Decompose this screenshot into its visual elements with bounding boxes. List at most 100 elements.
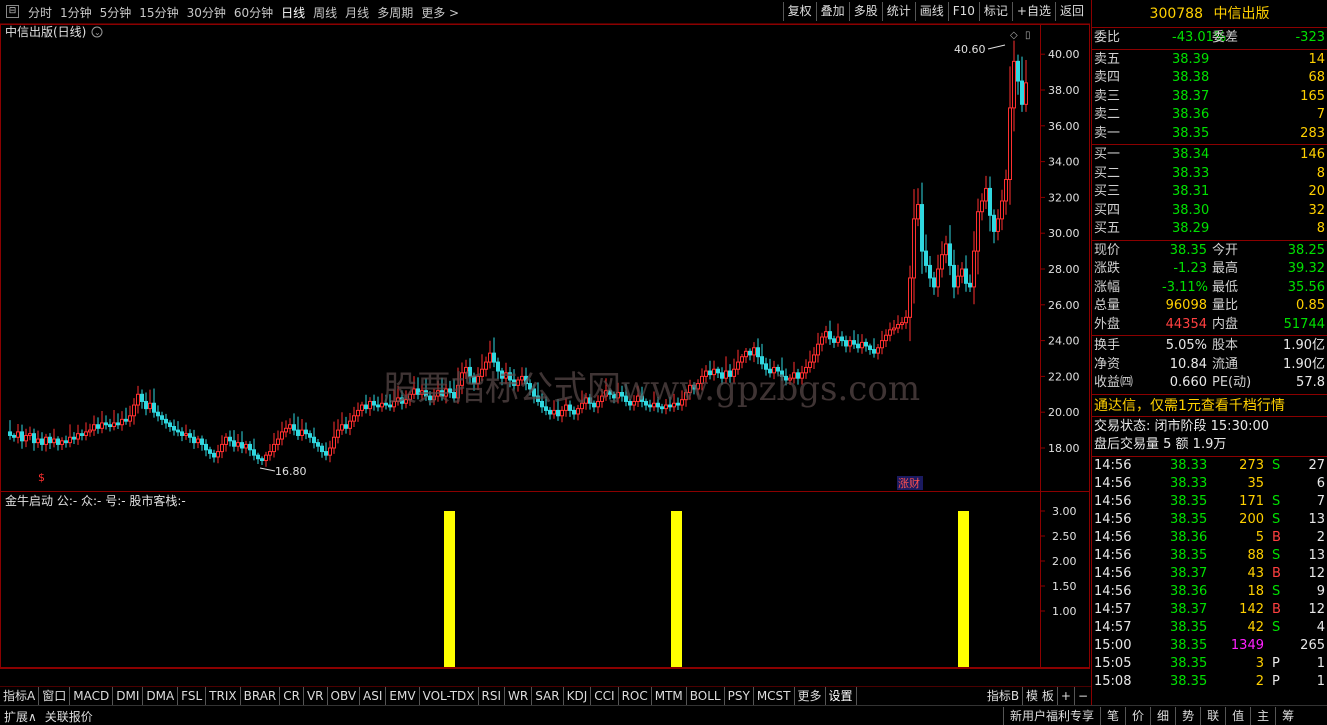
indicator-tab-21[interactable]: BOLL	[687, 687, 725, 705]
bid-level-label: 买一	[1094, 147, 1121, 162]
tick-count: 13	[1308, 547, 1325, 563]
indicator-tab-8[interactable]: CR	[280, 687, 304, 705]
indicator-tab-14[interactable]: RSI	[479, 687, 506, 705]
tick-row: 14:57 38.37 142 B 12	[1092, 601, 1327, 619]
period-tab-6[interactable]: 日线	[281, 4, 305, 21]
indicator-tab-1[interactable]: 窗口	[39, 687, 71, 705]
chevron-down-icon[interactable]: ⌄	[94, 28, 101, 37]
period-tab-2[interactable]: 5分钟	[100, 4, 132, 21]
candle-body	[860, 341, 864, 349]
indicator-tab-5[interactable]: FSL	[178, 687, 207, 705]
indicator-b-tab-2[interactable]: +	[1058, 687, 1075, 705]
indicator-b-tab-0[interactable]: 指标B	[984, 687, 1024, 705]
period-tab-9[interactable]: 多周期	[377, 4, 413, 21]
indicator-tab-15[interactable]: WR	[505, 687, 533, 705]
ask-level-price: 38.38	[1172, 70, 1210, 85]
status-right-item-6[interactable]: 值	[1225, 707, 1250, 725]
tool-button-1[interactable]: 叠加	[815, 2, 849, 21]
indicator-tab-7[interactable]: BRAR	[241, 687, 281, 705]
event-badge[interactable]: 涨财	[898, 476, 920, 490]
tool-button-7[interactable]: +自选	[1011, 2, 1055, 21]
candle-body	[132, 404, 136, 417]
candle-body	[184, 433, 188, 436]
indicator-tab-4[interactable]: DMA	[143, 687, 179, 705]
indicator-tab-20[interactable]: MTM	[652, 687, 687, 705]
y-tick-label: 30.00	[1048, 227, 1080, 240]
square-icon[interactable]: ▯	[1025, 30, 1031, 41]
tick-row: 15:00 38.35 1349 265	[1092, 637, 1327, 655]
period-tab-1[interactable]: 1分钟	[60, 4, 92, 21]
indicator-tab-6[interactable]: TRIX	[206, 687, 241, 705]
period-tab-7[interactable]: 周线	[313, 4, 337, 21]
candle-body	[196, 438, 200, 444]
tick-volume: 43	[1247, 565, 1264, 581]
status-left-item-1[interactable]: 关联报价	[45, 708, 93, 725]
candle-body	[120, 418, 124, 426]
status-right-item-4[interactable]: 势	[1175, 707, 1200, 725]
stat-label: 涨跌	[1094, 261, 1121, 276]
indicator-b-tab-1[interactable]: 模 板	[1023, 687, 1058, 705]
indicator-tab-24[interactable]: 更多	[795, 687, 826, 705]
indicator-tab-25[interactable]: 设置	[826, 687, 857, 705]
indicator-tab-23[interactable]: MCST	[754, 687, 795, 705]
status-right-item-5[interactable]: 联	[1200, 707, 1225, 725]
tick-list[interactable]: 14:56 38.33 273 S 27 14:56 38.33 35 6 14:56 38.35 1…	[1092, 457, 1327, 691]
indicator-title: 金牛启动 公:- 众:- 号:- 股市客栈:-	[5, 493, 186, 508]
period-tab-4[interactable]: 30分钟	[187, 4, 226, 21]
status-right-item-0[interactable]: 新用户福利专享	[1003, 707, 1100, 725]
status-right-item-1[interactable]: 笔	[1100, 707, 1125, 725]
indicator-tab-11[interactable]: ASI	[360, 687, 387, 705]
candle-body	[956, 275, 960, 288]
candle-body	[880, 340, 884, 349]
stat-value: 38.35	[1169, 242, 1207, 258]
candle-body	[128, 415, 132, 422]
candle-body	[72, 436, 76, 440]
candle-body	[104, 422, 108, 426]
indicator-tab-22[interactable]: PSY	[725, 687, 754, 705]
minimize-icon[interactable]: ⊟	[6, 5, 19, 18]
indicator-tab-3[interactable]: DMI	[113, 687, 144, 705]
period-tab-10[interactable]: 更多 >	[421, 4, 459, 21]
candle-body	[204, 443, 208, 451]
period-tab-8[interactable]: 月线	[345, 4, 369, 21]
bid-level-row: 买四 38.30 32	[1092, 202, 1327, 221]
candle-body	[28, 433, 32, 436]
candle-body	[572, 409, 576, 415]
tool-button-2[interactable]: 多股	[848, 2, 882, 21]
indicator-tab-19[interactable]: ROC	[619, 687, 652, 705]
tool-button-5[interactable]: F10	[947, 2, 979, 21]
tool-button-3[interactable]: 统计	[881, 2, 915, 21]
period-tab-3[interactable]: 15分钟	[139, 4, 178, 21]
status-right-item-3[interactable]: 细	[1150, 707, 1175, 725]
indicator-tab-10[interactable]: OBV	[328, 687, 361, 705]
kline-chart-area[interactable]: 中信出版(日线) ⌄ 40.00 38.00 36.00 34.00 32.00 30.00 2…	[0, 24, 1090, 669]
ask-level-label: 卖五	[1094, 51, 1121, 67]
status-right-item-8[interactable]: 筹	[1275, 707, 1300, 725]
status-left-item-0[interactable]: 扩展∧	[4, 708, 37, 725]
tool-button-0[interactable]: 复权	[782, 2, 816, 21]
level2-promo[interactable]: 通达信，仅需1元查看千档行情	[1092, 395, 1327, 417]
tool-button-8[interactable]: 返回	[1054, 2, 1088, 21]
indicator-tab-18[interactable]: CCI	[591, 687, 619, 705]
status-right-item-2[interactable]: 价	[1125, 707, 1150, 725]
candle-body	[84, 431, 88, 436]
indicator-tab-17[interactable]: KDJ	[564, 687, 592, 705]
indicator-tab-16[interactable]: SAR	[532, 687, 564, 705]
indicator-tab-12[interactable]: EMV	[386, 687, 420, 705]
status-right-item-7[interactable]: 主	[1250, 707, 1275, 725]
period-tab-0[interactable]: 分时	[28, 4, 52, 21]
tick-row: 14:56 38.35 171 S 7	[1092, 493, 1327, 511]
period-tab-5[interactable]: 60分钟	[234, 4, 273, 21]
candle-body	[68, 436, 72, 444]
diamond-icon[interactable]: ◇	[1010, 30, 1018, 41]
indicator-y-tick-label: 2.50	[1052, 530, 1077, 543]
tick-time: 14:57	[1094, 619, 1132, 635]
indicator-tab-0[interactable]: 指标A	[0, 687, 40, 705]
indicator-tab-9[interactable]: VR	[304, 687, 328, 705]
indicator-tab-13[interactable]: VOL-TDX	[420, 687, 479, 705]
tool-button-6[interactable]: 标记	[978, 2, 1012, 21]
indicator-tab-2[interactable]: MACD	[70, 687, 114, 705]
indicator-b-tab-3[interactable]: −	[1075, 687, 1092, 705]
candle-body	[208, 449, 212, 454]
tool-button-4[interactable]: 画线	[914, 2, 948, 21]
